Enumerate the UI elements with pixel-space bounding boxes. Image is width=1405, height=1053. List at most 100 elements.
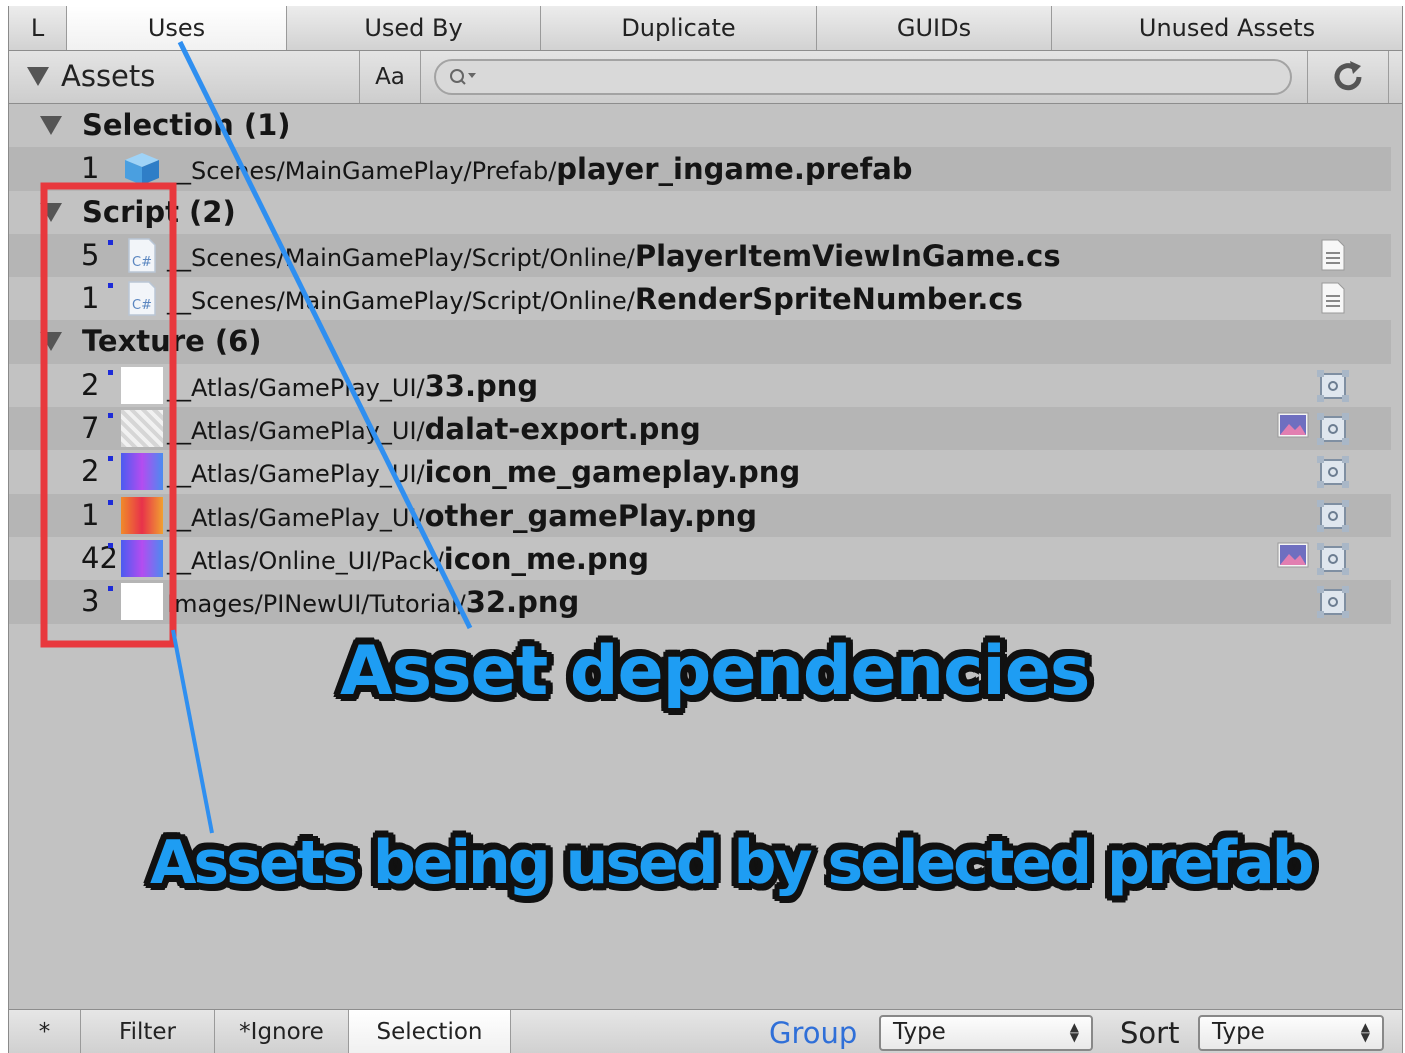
asset-file-name: 33.png <box>424 368 539 403</box>
marker-dot <box>108 413 113 419</box>
tab-uses[interactable]: Uses <box>67 6 287 50</box>
script-document-icon[interactable] <box>1320 239 1346 271</box>
group-title: Script (2) <box>82 194 236 229</box>
sprite-editor-icon[interactable] <box>1316 585 1350 619</box>
tab-lock[interactable]: L <box>9 6 67 50</box>
refresh-button[interactable] <box>1307 51 1389 103</box>
asset-path: __Scenes/MainGamePlay/Script/Online/Play… <box>167 238 1061 273</box>
add-filter-button[interactable]: * <box>9 1010 81 1053</box>
usage-count: 2 <box>81 367 100 402</box>
asset-file-name: player_ingame.prefab <box>556 152 913 187</box>
search-icon[interactable] <box>449 68 479 88</box>
toolbar: Assets Aa <box>9 51 1402 104</box>
asset-file-name: PlayerItemViewInGame.cs <box>634 238 1061 273</box>
group-header-texture[interactable]: Texture (6) <box>9 320 1391 364</box>
callout-asset-dependencies: Asset dependencies <box>340 632 1090 711</box>
marker-dot <box>108 586 113 592</box>
asset-path: __Atlas/Online_UI/Pack/icon_me.png <box>167 541 650 576</box>
up-down-arrows-icon: ▲ ▼ <box>1069 1020 1079 1044</box>
image-preview-icon[interactable] <box>1277 412 1309 438</box>
list-item[interactable]: 1 __Scenes/MainGamePlay/Prefab/player_in… <box>9 147 1391 191</box>
list-item[interactable]: 2 __Atlas/GamePlay_UI/icon_me_gameplay.p… <box>9 450 1391 493</box>
bottom-bar: * Filter *Ignore Selection Group Type ▲ ▼… <box>9 1009 1402 1053</box>
sprite-editor-icon[interactable] <box>1316 455 1350 489</box>
sort-select[interactable]: Type ▲ ▼ <box>1198 1015 1384 1051</box>
usage-count: 1 <box>81 151 100 186</box>
triangle-down-icon[interactable] <box>40 116 62 135</box>
image-preview-icon[interactable] <box>1277 542 1309 568</box>
match-case-button[interactable]: Aa <box>359 51 421 103</box>
usage-count: 2 <box>81 454 100 489</box>
list-item[interactable]: 1 __Atlas/GamePlay_UI/other_gamePlay.png <box>9 493 1391 537</box>
script-document-icon[interactable] <box>1320 282 1346 314</box>
svg-text:C#: C# <box>132 298 152 313</box>
white-texture-thumb <box>121 366 163 404</box>
asset-path: __Atlas/GamePlay_UI/icon_me_gameplay.png <box>167 455 801 490</box>
tab-bar: L Uses Used By Duplicate GUIDs Unused As… <box>9 6 1402 51</box>
group-select-value: Type <box>893 1019 946 1045</box>
refresh-icon <box>1334 61 1362 91</box>
asset-path: __Atlas/GamePlay_UI/dalat-export.png <box>167 412 701 447</box>
triangle-down-icon[interactable] <box>40 202 62 222</box>
list-item[interactable]: 42 __Atlas/Online_UI/Pack/icon_me.png <box>9 537 1391 580</box>
triangle-down-icon[interactable] <box>40 332 62 352</box>
list-item[interactable]: 3 Images/PINewUI/Tutorial/32.png <box>9 580 1391 624</box>
sprite-editor-icon[interactable] <box>1316 369 1350 403</box>
tab-unused-assets[interactable]: Unused Assets <box>1052 6 1402 50</box>
list-item[interactable]: 7 __Atlas/GamePlay_UI/dalat-export.png <box>9 407 1391 451</box>
tab-guids[interactable]: GUIDs <box>817 6 1052 50</box>
search-input[interactable] <box>434 59 1292 95</box>
marker-dot <box>108 239 113 245</box>
list-item[interactable]: 2 __Atlas/GamePlay_UI/33.png <box>9 364 1391 407</box>
usage-count: 5 <box>81 237 100 272</box>
group-header-script[interactable]: Script (2) <box>9 191 1391 234</box>
usage-count: 7 <box>81 411 100 446</box>
sprite-editor-icon[interactable] <box>1316 499 1350 533</box>
marker-dot <box>108 542 113 548</box>
selection-button[interactable]: Selection <box>349 1010 511 1053</box>
sprite-editor-icon[interactable] <box>1316 542 1350 576</box>
asset-file-name: icon_me.png <box>443 541 650 576</box>
grey-texture-thumb <box>121 410 163 448</box>
usage-count: 3 <box>81 584 100 619</box>
asset-file-name: 32.png <box>465 585 580 620</box>
asset-path: __Scenes/MainGamePlay/Script/Online/Rend… <box>167 282 1023 317</box>
asset-file-name: dalat-export.png <box>424 412 701 447</box>
red-icon-thumb <box>121 496 163 534</box>
group-title: Texture (6) <box>82 324 262 359</box>
list-item[interactable]: 5 C# __Scenes/MainGamePlay/Script/Online… <box>9 233 1391 278</box>
asset-path: __Scenes/MainGamePlay/Prefab/player_inga… <box>167 152 913 187</box>
group-label: Group <box>769 1016 858 1050</box>
sprite-editor-icon[interactable] <box>1316 412 1350 446</box>
asset-path: __Atlas/GamePlay_UI/other_gamePlay.png <box>167 498 758 533</box>
sort-select-value: Type <box>1212 1019 1265 1045</box>
marker-dot <box>108 283 113 289</box>
assets-dropdown[interactable]: Assets <box>27 59 155 93</box>
blue-icon-thumb <box>121 539 163 577</box>
tab-duplicate[interactable]: Duplicate <box>541 6 817 50</box>
asset-path: Images/PINewUI/Tutorial/32.png <box>167 585 580 620</box>
asset-file-name: other_gamePlay.png <box>424 498 758 533</box>
usage-count: 1 <box>81 497 100 532</box>
prefab-cube-icon <box>125 153 159 186</box>
ignore-button[interactable]: *Ignore <box>215 1010 349 1053</box>
asset-file-name: icon_me_gameplay.png <box>424 455 801 490</box>
blue-icon-thumb <box>121 453 163 491</box>
svg-text:C#: C# <box>132 255 152 270</box>
filter-button[interactable]: Filter <box>81 1010 215 1053</box>
usage-count: 1 <box>81 281 100 316</box>
asset-path: __Atlas/GamePlay_UI/33.png <box>167 368 539 403</box>
triangle-down-icon <box>27 66 49 86</box>
group-header-selection[interactable]: Selection (1) <box>9 104 1391 147</box>
up-down-arrows-icon: ▲ ▼ <box>1360 1020 1370 1044</box>
group-title: Selection (1) <box>82 108 291 142</box>
dependency-list: Selection (1) 1 __Scenes/MainGamePlay/Pr… <box>9 104 1402 624</box>
tab-used-by[interactable]: Used By <box>287 6 541 50</box>
sort-label: Sort <box>1120 1016 1180 1050</box>
white-texture-thumb <box>121 583 163 621</box>
group-select[interactable]: Type ▲ ▼ <box>879 1015 1093 1051</box>
assets-label: Assets <box>61 59 156 93</box>
list-item[interactable]: 1 C# __Scenes/MainGamePlay/Script/Online… <box>9 277 1391 320</box>
marker-dot <box>108 456 113 462</box>
csharp-file-icon: C# <box>128 281 156 316</box>
